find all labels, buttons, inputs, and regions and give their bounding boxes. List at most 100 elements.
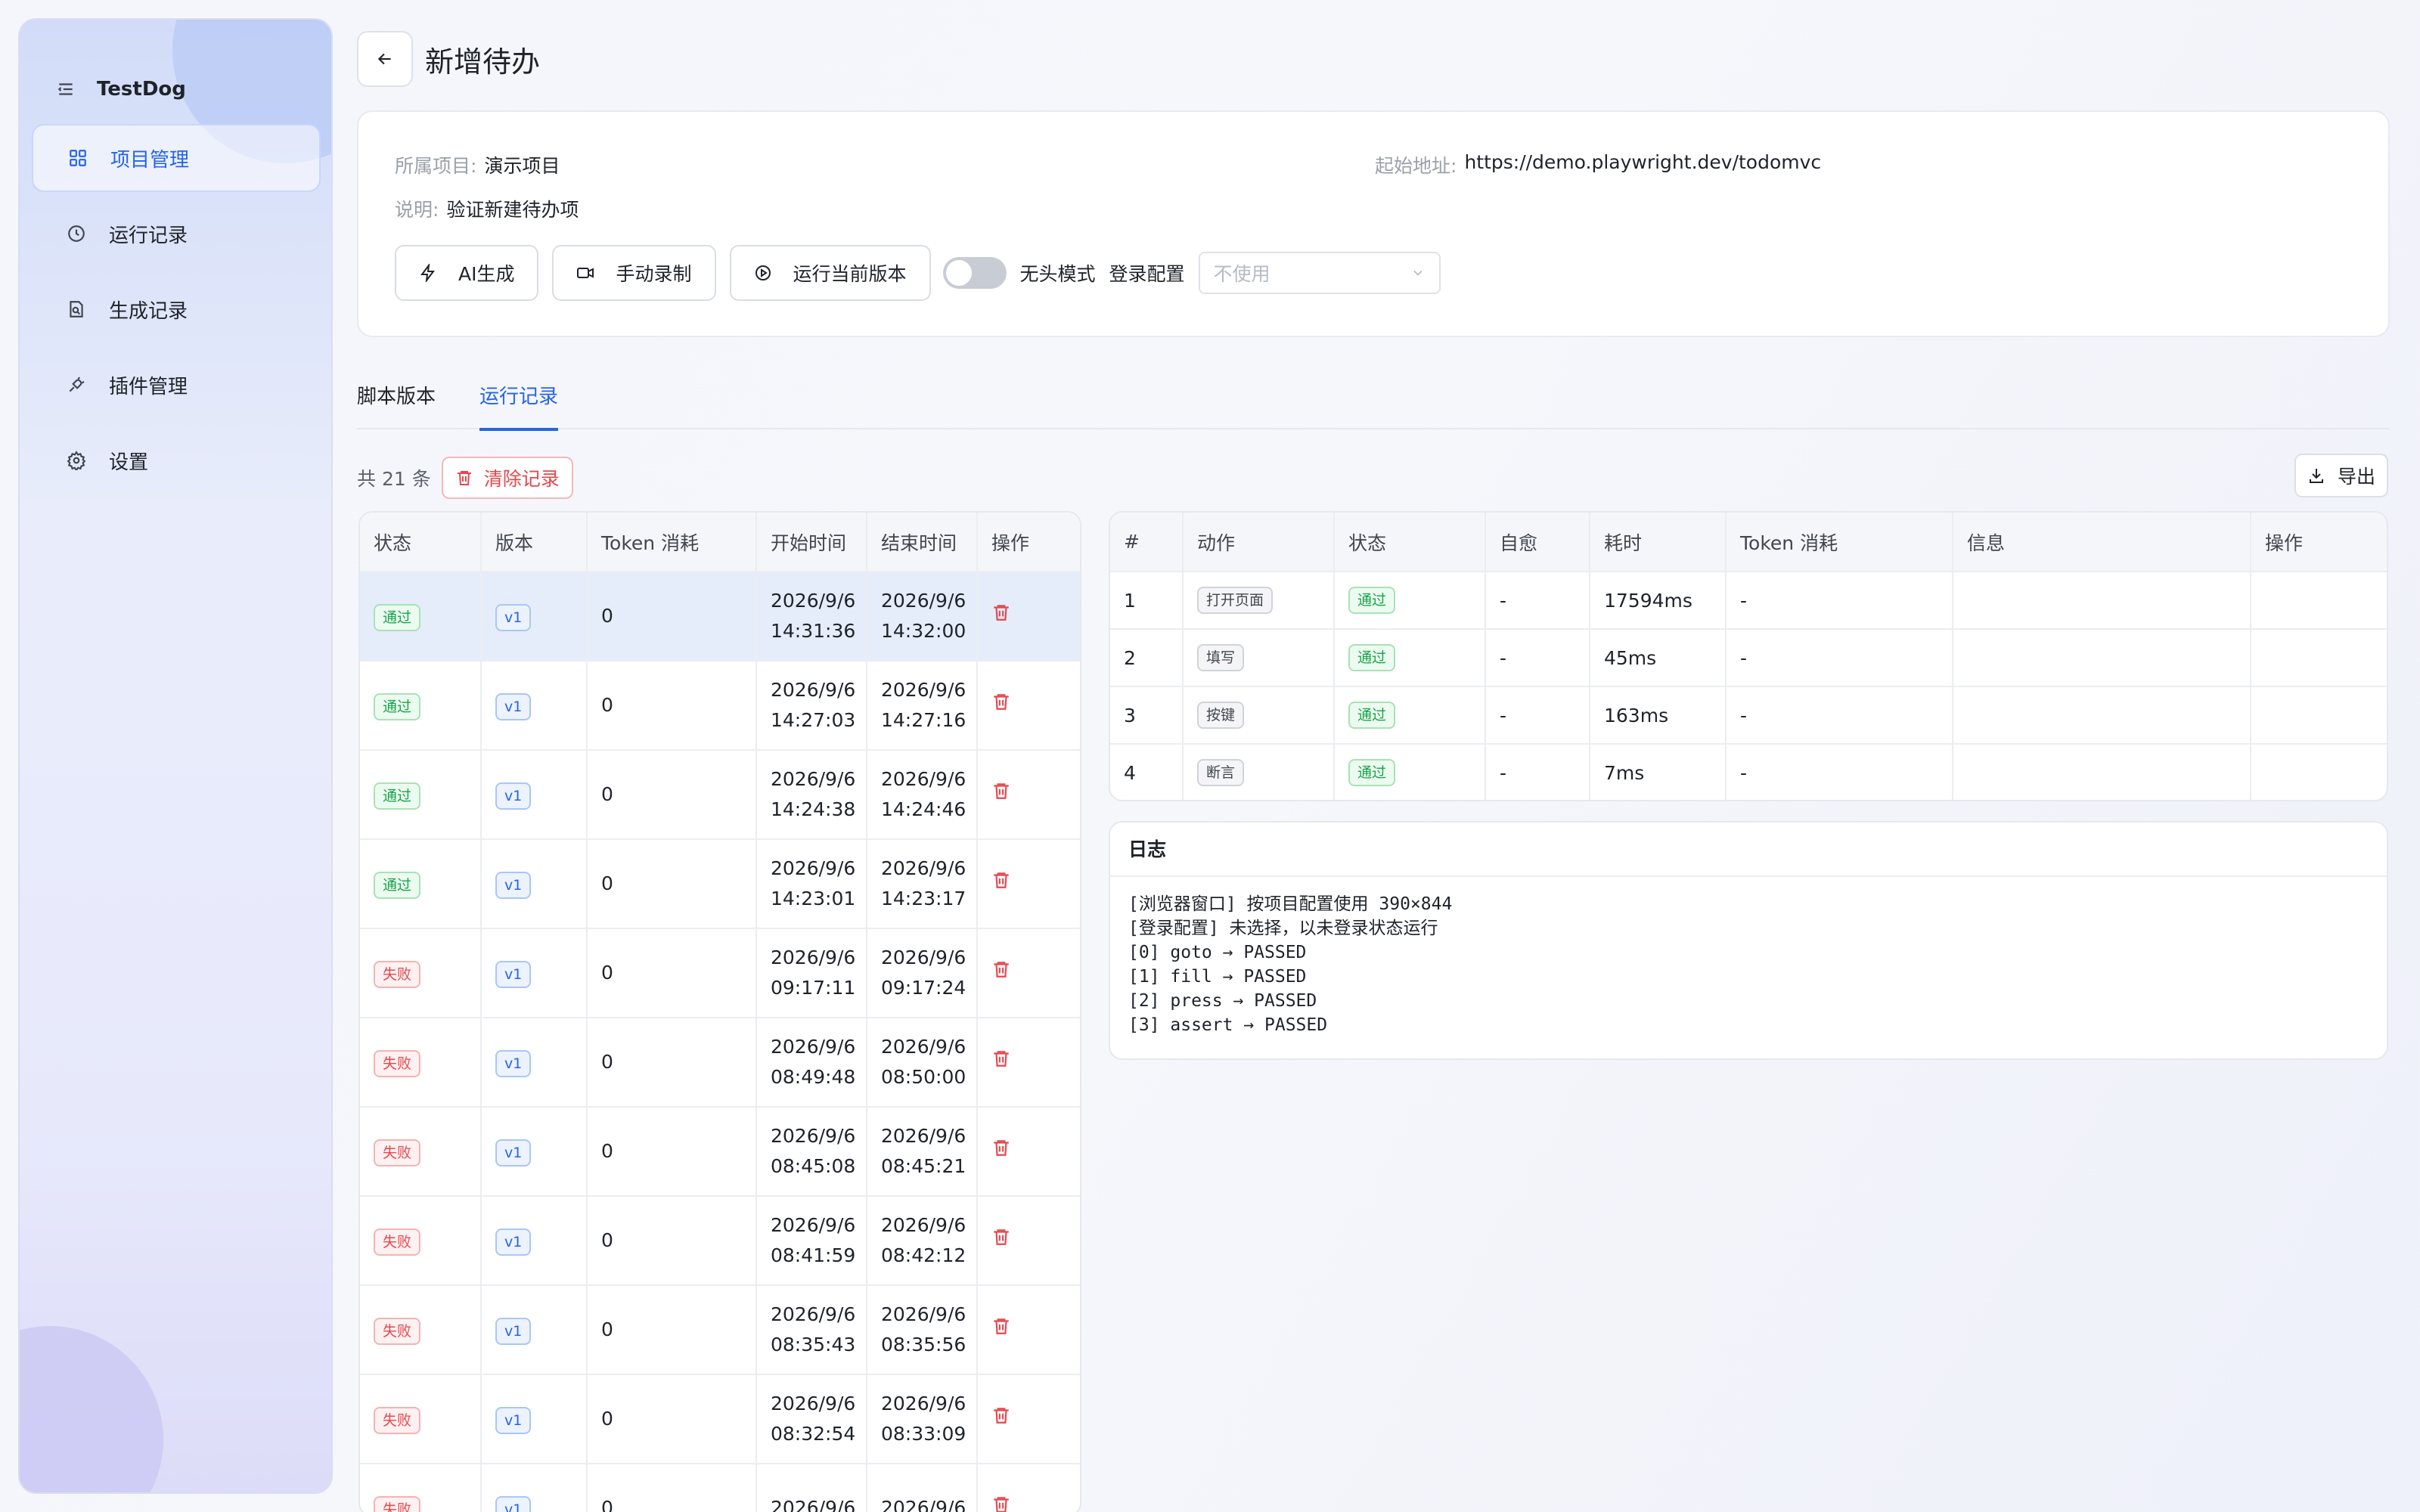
table-row[interactable]: 通过 v1 0 2026/9/6 14:31:36 2026/9/6 14:32:00 <box>360 572 1080 662</box>
end-time-cell: 2026/9/6 08:50:00 <box>867 1018 978 1108</box>
status-cell: 失败 <box>360 928 482 1018</box>
ai-generate-button[interactable]: AI生成 <box>395 245 539 301</box>
table-row[interactable]: 2 填写 通过 -45ms - <box>1110 629 2387 687</box>
status-badge: 通过 <box>374 872 421 899</box>
start-url-value: https://demo.playwright.dev/todomvc <box>1464 151 1822 173</box>
project-label: 所属项目: <box>395 155 477 177</box>
actions-cell <box>977 1018 1080 1108</box>
column-header: 耗时 <box>1590 513 1727 572</box>
token-cell: - <box>1726 686 1953 745</box>
sidebar-item-runs[interactable]: 运行记录 <box>32 200 321 268</box>
status-cell: 失败 <box>360 1374 482 1464</box>
table-row[interactable]: 通过 v1 0 2026/9/6 14:23:01 2026/9/6 14:23:17 <box>360 839 1080 929</box>
sidebar-item-plugins[interactable]: 插件管理 <box>32 351 321 419</box>
tab-run-records[interactable]: 运行记录 <box>479 370 559 431</box>
table-row[interactable]: 失败 v1 0 2026/9/6 08:49:48 2026/9/6 08:50:00 <box>360 1018 1080 1108</box>
sidebar-item-label: 运行记录 <box>109 224 188 247</box>
delete-record-button[interactable] <box>991 1049 1011 1068</box>
status-badge: 失败 <box>374 1228 421 1256</box>
delete-record-button[interactable] <box>991 692 1011 711</box>
table-row[interactable]: 通过 v1 0 2026/9/6 14:24:38 2026/9/6 14:24:46 <box>360 750 1080 840</box>
delete-record-button[interactable] <box>991 1227 1011 1247</box>
version-badge: v1 <box>495 1050 532 1077</box>
export-button[interactable]: 导出 <box>2294 454 2388 497</box>
sidebar-item-projects[interactable]: 项目管理 <box>32 124 321 192</box>
end-time-cell: 2026/9/6 08:33:09 <box>867 1374 978 1464</box>
table-row[interactable]: 4 断言 通过 -7ms - <box>1110 744 2387 800</box>
manual-record-button[interactable]: 手动录制 <box>552 245 716 301</box>
trash-icon <box>994 1318 1009 1334</box>
table-row[interactable]: 失败 v1 0 2026/9/6 08:41:59 2026/9/6 08:42:12 <box>360 1196 1080 1286</box>
run-current-version-button[interactable]: 运行当前版本 <box>729 245 931 301</box>
info-cell <box>1953 629 2251 687</box>
status-cell: 失败 <box>360 1196 482 1286</box>
table-row[interactable]: 失败 v1 0 2026/9/6 08:45:08 2026/9/6 08:45:21 <box>360 1107 1080 1197</box>
status-badge: 通过 <box>1348 702 1396 729</box>
version-badge: v1 <box>495 1407 532 1434</box>
column-header: Token 消耗 <box>587 513 757 572</box>
headless-toggle[interactable] <box>942 257 1007 289</box>
delete-record-button[interactable] <box>991 781 1011 801</box>
actions-cell <box>2251 629 2387 687</box>
table-row[interactable]: 通过 v1 0 2026/9/6 14:27:03 2026/9/6 14:27:16 <box>360 661 1080 751</box>
download-icon <box>2309 469 2323 483</box>
table-row[interactable]: 失败 v1 0 2026/9/6 2026/9/6 <box>360 1464 1080 1512</box>
run-records-table: 状态 版本 Token 消耗 开始时间 结束时间 操作 通过 v1 0 2026/9/… <box>358 511 1081 1512</box>
log-line: [浏览器窗口] 按项目配置使用 390×844 <box>1128 894 1453 914</box>
menu-collapse-icon[interactable] <box>56 79 76 99</box>
delete-record-button[interactable] <box>991 959 1011 979</box>
login-config-select[interactable]: 不使用 <box>1198 252 1441 294</box>
tab-script-versions[interactable]: 脚本版本 <box>357 370 436 429</box>
video-icon <box>577 268 594 278</box>
status-badge: 通过 <box>1348 587 1396 614</box>
delete-record-button[interactable] <box>991 1495 1011 1512</box>
self-heal-cell: - <box>1485 572 1590 630</box>
start-time-cell: 2026/9/6 08:35:43 <box>756 1285 867 1375</box>
table-row[interactable]: 3 按键 通过 -163ms - <box>1110 686 2387 745</box>
status-badge: 通过 <box>374 693 421 720</box>
token-cell: 0 <box>587 928 757 1018</box>
end-date: 2026/9/6 <box>881 1303 966 1325</box>
action-cell: 按键 <box>1183 686 1335 745</box>
login-config-label: 登录配置 <box>1109 263 1185 285</box>
actions-cell <box>977 572 1080 662</box>
clear-records-button[interactable]: 清除记录 <box>441 457 573 499</box>
status-cell: 通过 <box>360 750 482 840</box>
status-cell: 失败 <box>360 1464 482 1512</box>
table-row[interactable]: 失败 v1 0 2026/9/6 08:35:43 2026/9/6 08:35:56 <box>360 1285 1080 1375</box>
actions-cell <box>977 1374 1080 1464</box>
table-row[interactable]: 1 打开页面 通过 -17594ms - <box>1110 572 2387 630</box>
start-time: 14:24:38 <box>771 798 856 820</box>
page-header: 新增待办 <box>357 30 540 88</box>
trash-icon <box>994 783 1009 799</box>
delete-record-button[interactable] <box>991 1138 1011 1157</box>
run-current-version-label: 运行当前版本 <box>793 263 907 285</box>
column-header: 操作 <box>977 513 1080 572</box>
start-date: 2026/9/6 <box>771 768 856 790</box>
actions-cell <box>977 1285 1080 1375</box>
delete-record-button[interactable] <box>991 603 1011 622</box>
clear-records-label: 清除记录 <box>483 468 560 490</box>
end-time-cell: 2026/9/6 14:27:16 <box>867 661 978 751</box>
table-row[interactable]: 失败 v1 0 2026/9/6 09:17:11 2026/9/6 09:17:24 <box>360 928 1080 1018</box>
back-button[interactable] <box>357 31 413 87</box>
column-header: 版本 <box>481 513 588 572</box>
sidebar-item-generations[interactable]: 生成记录 <box>32 275 321 343</box>
sidebar-item-settings[interactable]: 设置 <box>32 426 321 494</box>
play-circle-icon <box>755 265 771 280</box>
sidebar: TestDog 项目管理 运行记录 生成记录 插件管理 设置 <box>18 18 333 1494</box>
delete-record-button[interactable] <box>991 1405 1011 1425</box>
version-badge: v1 <box>495 693 532 720</box>
end-time-cell: 2026/9/6 08:35:56 <box>867 1285 978 1375</box>
delete-record-button[interactable] <box>991 870 1011 890</box>
delete-record-button[interactable] <box>991 1316 1011 1336</box>
doc-search-icon <box>70 301 83 318</box>
version-badge: v1 <box>495 1496 532 1512</box>
project-info: 所属项目: 演示项目 <box>395 151 560 178</box>
column-header: 状态 <box>1334 513 1486 572</box>
table-row[interactable]: 失败 v1 0 2026/9/6 08:32:54 2026/9/6 08:33:09 <box>360 1374 1080 1464</box>
token-cell: - <box>1726 572 1953 630</box>
sidebar-item-label: 插件管理 <box>109 375 188 398</box>
version-cell: v1 <box>481 661 588 751</box>
start-date: 2026/9/6 <box>771 1497 856 1512</box>
